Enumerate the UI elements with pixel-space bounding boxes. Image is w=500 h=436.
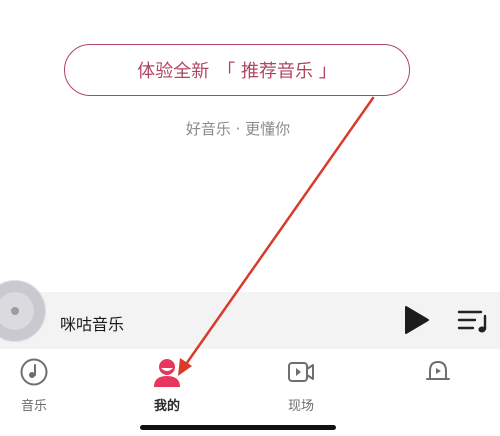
tab-mine-label: 我的: [153, 399, 180, 414]
disc-center: [11, 307, 19, 315]
tab-live-label: 现场: [287, 399, 314, 414]
promo-prefix: 体验全新: [137, 61, 210, 82]
bottom-tab-bar: 音乐 我的 现场: [0, 349, 500, 436]
track-title[interactable]: 咪咕音乐: [60, 311, 124, 335]
playlist-icon[interactable]: [457, 306, 491, 336]
home-indicator: [140, 425, 336, 430]
tab-music[interactable]: 音乐: [0, 349, 79, 419]
music-disc-icon: [20, 358, 48, 386]
video-icon: [288, 362, 314, 382]
tab-live[interactable]: 现场: [256, 349, 346, 419]
recommend-music-button[interactable]: 体验全新 「 推荐音乐 」: [64, 44, 410, 96]
profile-icon: [154, 359, 180, 387]
tab-music-label: 音乐: [20, 399, 47, 414]
promo-cta: 「 推荐音乐 」: [217, 61, 337, 82]
play-icon[interactable]: [400, 304, 432, 336]
bell-icon: [426, 361, 450, 380]
tab-notify[interactable]: [393, 349, 483, 419]
tab-mine[interactable]: 我的: [122, 349, 212, 419]
promo-subtitle: 好音乐 · 更懂你: [185, 120, 291, 138]
